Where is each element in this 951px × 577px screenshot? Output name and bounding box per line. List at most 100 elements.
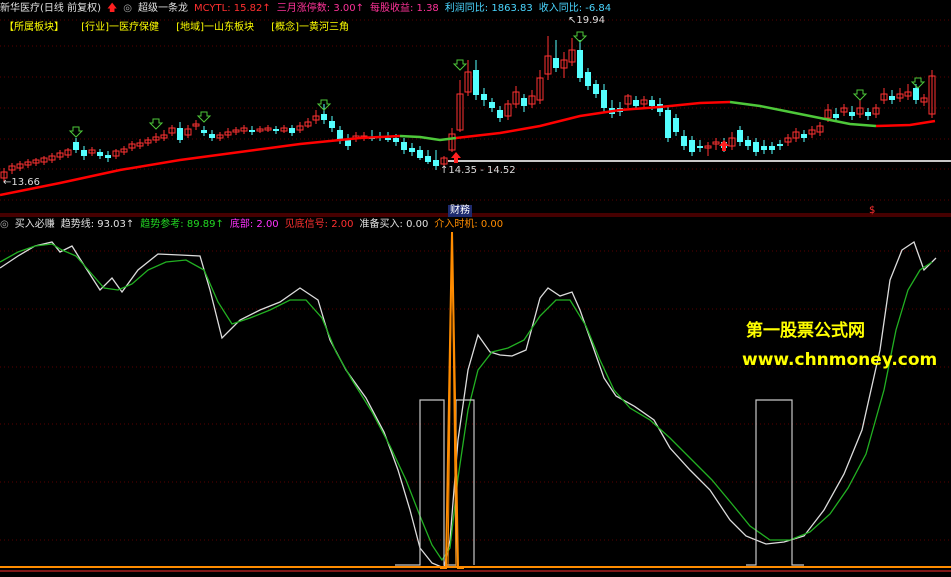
prepare-buy-value: 准备买入: 0.00 bbox=[359, 219, 429, 230]
candlestick bbox=[73, 138, 79, 153]
candlestick bbox=[801, 130, 807, 142]
candle-body bbox=[73, 142, 79, 150]
candlestick bbox=[409, 143, 415, 156]
candlestick bbox=[521, 94, 527, 112]
candlestick bbox=[568, 38, 576, 66]
candlestick bbox=[144, 137, 152, 146]
up-arrow-icon: 🡅 bbox=[106, 3, 118, 14]
watermark-title: 第一股票公式网 bbox=[746, 321, 865, 341]
candle-body bbox=[649, 100, 655, 106]
candlestick bbox=[40, 156, 48, 165]
candlestick bbox=[840, 104, 848, 116]
ma-segment bbox=[0, 134, 401, 197]
mcytl-value: MCYTL: 15.82↑ bbox=[194, 3, 271, 14]
ma-segment bbox=[875, 119, 936, 128]
candlestick bbox=[640, 96, 648, 108]
candlestick bbox=[184, 125, 192, 138]
candle-body bbox=[273, 129, 279, 131]
down-arrow-icon bbox=[196, 111, 212, 123]
candlestick bbox=[321, 104, 327, 124]
candlestick bbox=[216, 132, 224, 141]
candle-body bbox=[777, 144, 783, 146]
candlestick bbox=[81, 146, 87, 160]
settings-icon[interactable]: ◎ bbox=[0, 219, 9, 230]
indicator-title[interactable]: 买入必赚 bbox=[15, 219, 55, 230]
candlestick bbox=[896, 88, 904, 102]
candlestick bbox=[673, 114, 679, 136]
candle-body bbox=[345, 140, 351, 146]
candle-body bbox=[585, 72, 591, 86]
down-arrow-icon bbox=[148, 118, 164, 130]
candlestick bbox=[544, 36, 552, 80]
candle-body bbox=[665, 110, 671, 138]
signal-arrows bbox=[68, 31, 926, 163]
candlestick bbox=[784, 134, 792, 146]
candle-body bbox=[417, 150, 423, 158]
candlestick bbox=[256, 126, 264, 133]
candle-body bbox=[801, 134, 807, 138]
candle-body bbox=[385, 138, 391, 140]
candlestick bbox=[792, 128, 800, 142]
sector-region[interactable]: [地域]一山东板块 bbox=[176, 22, 254, 33]
indicator-name[interactable]: 超级一条龙 bbox=[138, 3, 188, 14]
ma-segment bbox=[455, 100, 731, 140]
candle-body bbox=[481, 94, 487, 100]
eps-value: 每股收益: 1.38 bbox=[369, 3, 439, 14]
sector-bar: 【所属板块】 [行业]一医疗保健 [地域]一山东板块 [概念]一黄河三角 bbox=[4, 22, 363, 34]
sector-concept[interactable]: [概念]一黄河三角 bbox=[271, 22, 349, 33]
candlestick bbox=[816, 122, 824, 136]
candlestick bbox=[425, 150, 431, 164]
limit-up-count: 三月涨停数: 3.00↑ bbox=[276, 3, 364, 14]
candlestick bbox=[712, 138, 720, 150]
candlestick bbox=[601, 84, 607, 112]
panel-separator bbox=[0, 213, 951, 217]
stock-name[interactable]: 新华医疗 bbox=[0, 3, 40, 14]
candlestick bbox=[704, 142, 712, 156]
down-arrow-icon bbox=[910, 77, 926, 89]
settings-icon[interactable]: ◎ bbox=[123, 3, 132, 14]
period-label[interactable]: (日线 前复权) bbox=[40, 3, 101, 14]
candle-body bbox=[769, 146, 775, 150]
indicator-lines bbox=[0, 231, 951, 572]
candlestick bbox=[417, 146, 423, 160]
candlestick bbox=[745, 136, 751, 150]
candlestick bbox=[304, 118, 312, 128]
trend-ref-value: 趋势参考: 89.89↑ bbox=[140, 219, 224, 230]
candlestick bbox=[48, 153, 56, 163]
candlestick bbox=[289, 125, 295, 136]
candlestick bbox=[16, 161, 24, 171]
revenue-yoy: 收入同比: -6.84 bbox=[538, 3, 612, 14]
trend-line bbox=[0, 240, 937, 569]
candlestick bbox=[737, 126, 743, 146]
candlestick bbox=[512, 86, 520, 108]
candlestick bbox=[665, 106, 671, 142]
candlestick bbox=[280, 125, 288, 133]
candlestick bbox=[504, 100, 512, 120]
sector-industry[interactable]: [行业]一医疗保健 bbox=[81, 22, 159, 33]
candlestick bbox=[224, 128, 232, 138]
candlestick bbox=[689, 136, 695, 156]
candle-body bbox=[761, 146, 767, 150]
candle-body bbox=[737, 130, 743, 142]
candlestick bbox=[928, 70, 936, 118]
candlestick bbox=[920, 94, 928, 106]
candlestick bbox=[849, 106, 855, 120]
candlestick bbox=[192, 120, 200, 130]
candlestick bbox=[168, 125, 176, 136]
dollar-mark[interactable]: $ bbox=[869, 205, 875, 216]
candlestick bbox=[464, 60, 472, 96]
finance-tag[interactable]: 财務 bbox=[448, 205, 472, 217]
candle-body bbox=[289, 128, 295, 133]
candle-body bbox=[753, 142, 759, 152]
candlestick bbox=[177, 122, 183, 143]
watermark-url: www.chnmoney.com bbox=[742, 350, 938, 370]
candlestick bbox=[456, 80, 464, 132]
candlestick bbox=[433, 150, 439, 170]
candle-body bbox=[425, 156, 431, 162]
candle-body bbox=[209, 134, 215, 138]
up-arrow-icon bbox=[719, 140, 729, 151]
candlestick bbox=[856, 100, 864, 118]
candle-body bbox=[681, 136, 687, 146]
candlestick bbox=[24, 159, 32, 168]
candle-body bbox=[177, 128, 183, 140]
